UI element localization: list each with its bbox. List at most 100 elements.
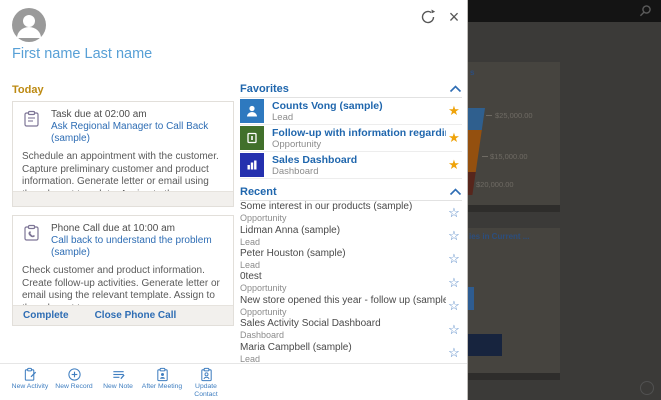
after-meeting-button[interactable]: After Meeting (140, 367, 184, 391)
star-filled-icon[interactable]: ★ (446, 104, 462, 118)
new-note-icon (111, 367, 126, 382)
recent-item-title: Lidman Anna (sample) (240, 225, 446, 237)
favorite-item-title: Counts Vong (sample) (272, 100, 446, 112)
dimmed-bar-blue (468, 287, 474, 310)
recent-item-title: New store opened this year - follow up (… (240, 295, 446, 307)
new-record-label: New Record (55, 383, 92, 391)
recent-collapse-chevron-up-icon[interactable] (449, 188, 462, 196)
recent-heading: Recent (240, 186, 277, 198)
dimmed-pipeline-title-fragment: s (470, 68, 474, 77)
recent-item[interactable]: Maria Campbell (sample) Lead ☆ (240, 341, 462, 364)
recent-item[interactable]: 0test Opportunity ☆ (240, 271, 462, 294)
new-note-button[interactable]: New Note (96, 367, 140, 391)
favorite-item-subtitle: Opportunity (272, 139, 446, 150)
favorites-header: Favorites (240, 84, 462, 98)
recent-item-title: Maria Campbell (sample) (240, 342, 446, 354)
recent-header: Recent (240, 187, 462, 201)
star-outline-icon[interactable]: ☆ (446, 276, 462, 290)
star-filled-icon[interactable]: ★ (446, 158, 462, 172)
user-name: First name Last name (12, 46, 152, 62)
profile-flyout-panel: × First name Last name Today Task due at… (0, 0, 468, 400)
funnel-tick-1 (486, 115, 492, 116)
recent-item-subtitle: Opportunity (240, 213, 446, 224)
favorite-item-lead[interactable]: Counts Vong (sample) Lead ★ (240, 98, 462, 125)
today-section: Today Task due at 02:00 am Ask Regional … (12, 84, 234, 334)
update-contact-icon (199, 367, 214, 382)
recent-item-subtitle: Dashboard (240, 330, 446, 341)
recent-item[interactable]: Peter Houston (sample) Lead ☆ (240, 248, 462, 271)
favorite-item-subtitle: Lead (272, 112, 446, 123)
phone-call-description: Check customer and product information. … (13, 259, 233, 305)
star-outline-icon[interactable]: ☆ (446, 206, 462, 220)
phone-call-card[interactable]: Phone Call due at 10:00 am Call back to … (12, 215, 234, 326)
task-link[interactable]: Ask Regional Manager to Call Back (sampl… (51, 121, 225, 145)
star-filled-icon[interactable]: ★ (446, 131, 462, 145)
dimmed-floating-button (640, 381, 654, 395)
recent-item[interactable]: Some interest in our products (sample) O… (240, 201, 462, 224)
dimmed-bar-navy (468, 334, 502, 356)
recent-item-title: 0test (240, 271, 446, 283)
search-icon[interactable] (637, 3, 653, 19)
task-card-footer (13, 191, 233, 206)
recent-item-subtitle: Opportunity (240, 307, 446, 318)
new-activity-icon (23, 367, 38, 382)
quick-create-toolbar: New Activity New Record New Note (0, 363, 467, 400)
star-outline-icon[interactable]: ☆ (446, 252, 462, 266)
opportunity-entity-icon (240, 126, 264, 150)
recent-item-subtitle: Opportunity (240, 283, 446, 294)
favorites-collapse-chevron-up-icon[interactable] (449, 85, 462, 93)
top-nav-bar (468, 0, 661, 22)
task-activity-icon (22, 109, 42, 129)
star-outline-icon[interactable]: ☆ (446, 299, 462, 313)
phone-call-activity-icon (22, 223, 42, 243)
dimmed-chart-title-fragment: ies in Current ... (469, 232, 529, 241)
screen: s $25,000.00 $15,000.00 $20,000.00 ies i… (0, 0, 661, 400)
update-contact-button[interactable]: Update Contact (184, 367, 228, 398)
funnel-label-1: $25,000.00 (495, 111, 533, 120)
after-meeting-label: After Meeting (142, 383, 182, 391)
phone-call-due-text: Phone Call due at 10:00 am (51, 223, 225, 235)
close-button[interactable]: × (444, 7, 464, 27)
favorites-heading: Favorites (240, 83, 289, 95)
recent-item-subtitle: Lead (240, 260, 446, 271)
avatar[interactable] (12, 8, 46, 42)
phone-call-link[interactable]: Call back to understand the problem (sam… (51, 235, 225, 259)
task-card[interactable]: Task due at 02:00 am Ask Regional Manage… (12, 101, 234, 207)
recent-item[interactable]: New store opened this year - follow up (… (240, 295, 462, 318)
phone-call-card-footer: Complete Close Phone Call (13, 305, 233, 325)
funnel-label-2: $15,000.00 (490, 152, 528, 161)
favorite-item-dashboard[interactable]: Sales Dashboard Dashboard ★ (240, 152, 462, 179)
star-outline-icon[interactable]: ☆ (446, 229, 462, 243)
recent-item[interactable]: Lidman Anna (sample) Lead ☆ (240, 224, 462, 247)
recent-item-title: Peter Houston (sample) (240, 248, 446, 260)
refresh-button[interactable] (418, 7, 438, 27)
after-meeting-icon (155, 367, 170, 382)
new-record-button[interactable]: New Record (52, 367, 96, 391)
favorite-item-title: Sales Dashboard (272, 154, 446, 166)
refresh-icon (418, 7, 438, 27)
task-due-text: Task due at 02:00 am (51, 109, 225, 121)
update-contact-label: Update Contact (184, 383, 228, 398)
funnel-tick-2 (482, 156, 488, 157)
today-heading: Today (12, 84, 234, 96)
recent-item-subtitle: Lead (240, 237, 446, 248)
task-description: Schedule an appointment with the custome… (13, 145, 233, 191)
favorite-item-title: Follow-up with information regarding our… (272, 127, 446, 139)
funnel-label-3: $20,000.00 (476, 180, 514, 189)
recent-item-title: Sales Activity Social Dashboard (240, 318, 446, 330)
new-activity-button[interactable]: New Activity (8, 367, 52, 391)
close-phone-call-action[interactable]: Close Phone Call (95, 310, 177, 321)
new-record-icon (67, 367, 82, 382)
new-note-label: New Note (103, 383, 133, 391)
lead-entity-icon (240, 99, 264, 123)
star-outline-icon[interactable]: ☆ (446, 323, 462, 337)
new-activity-label: New Activity (12, 383, 49, 391)
complete-action[interactable]: Complete (23, 310, 69, 321)
favorite-item-subtitle: Dashboard (272, 166, 446, 177)
recent-item-title: Some interest in our products (sample) (240, 201, 446, 213)
dashboard-entity-icon (240, 153, 264, 177)
favorite-item-opportunity[interactable]: Follow-up with information regarding our… (240, 125, 462, 152)
favorites-recent-section: Favorites Counts Vong (sample) Lead ★ (240, 84, 462, 365)
recent-item[interactable]: Sales Activity Social Dashboard Dashboar… (240, 318, 462, 341)
star-outline-icon[interactable]: ☆ (446, 346, 462, 360)
